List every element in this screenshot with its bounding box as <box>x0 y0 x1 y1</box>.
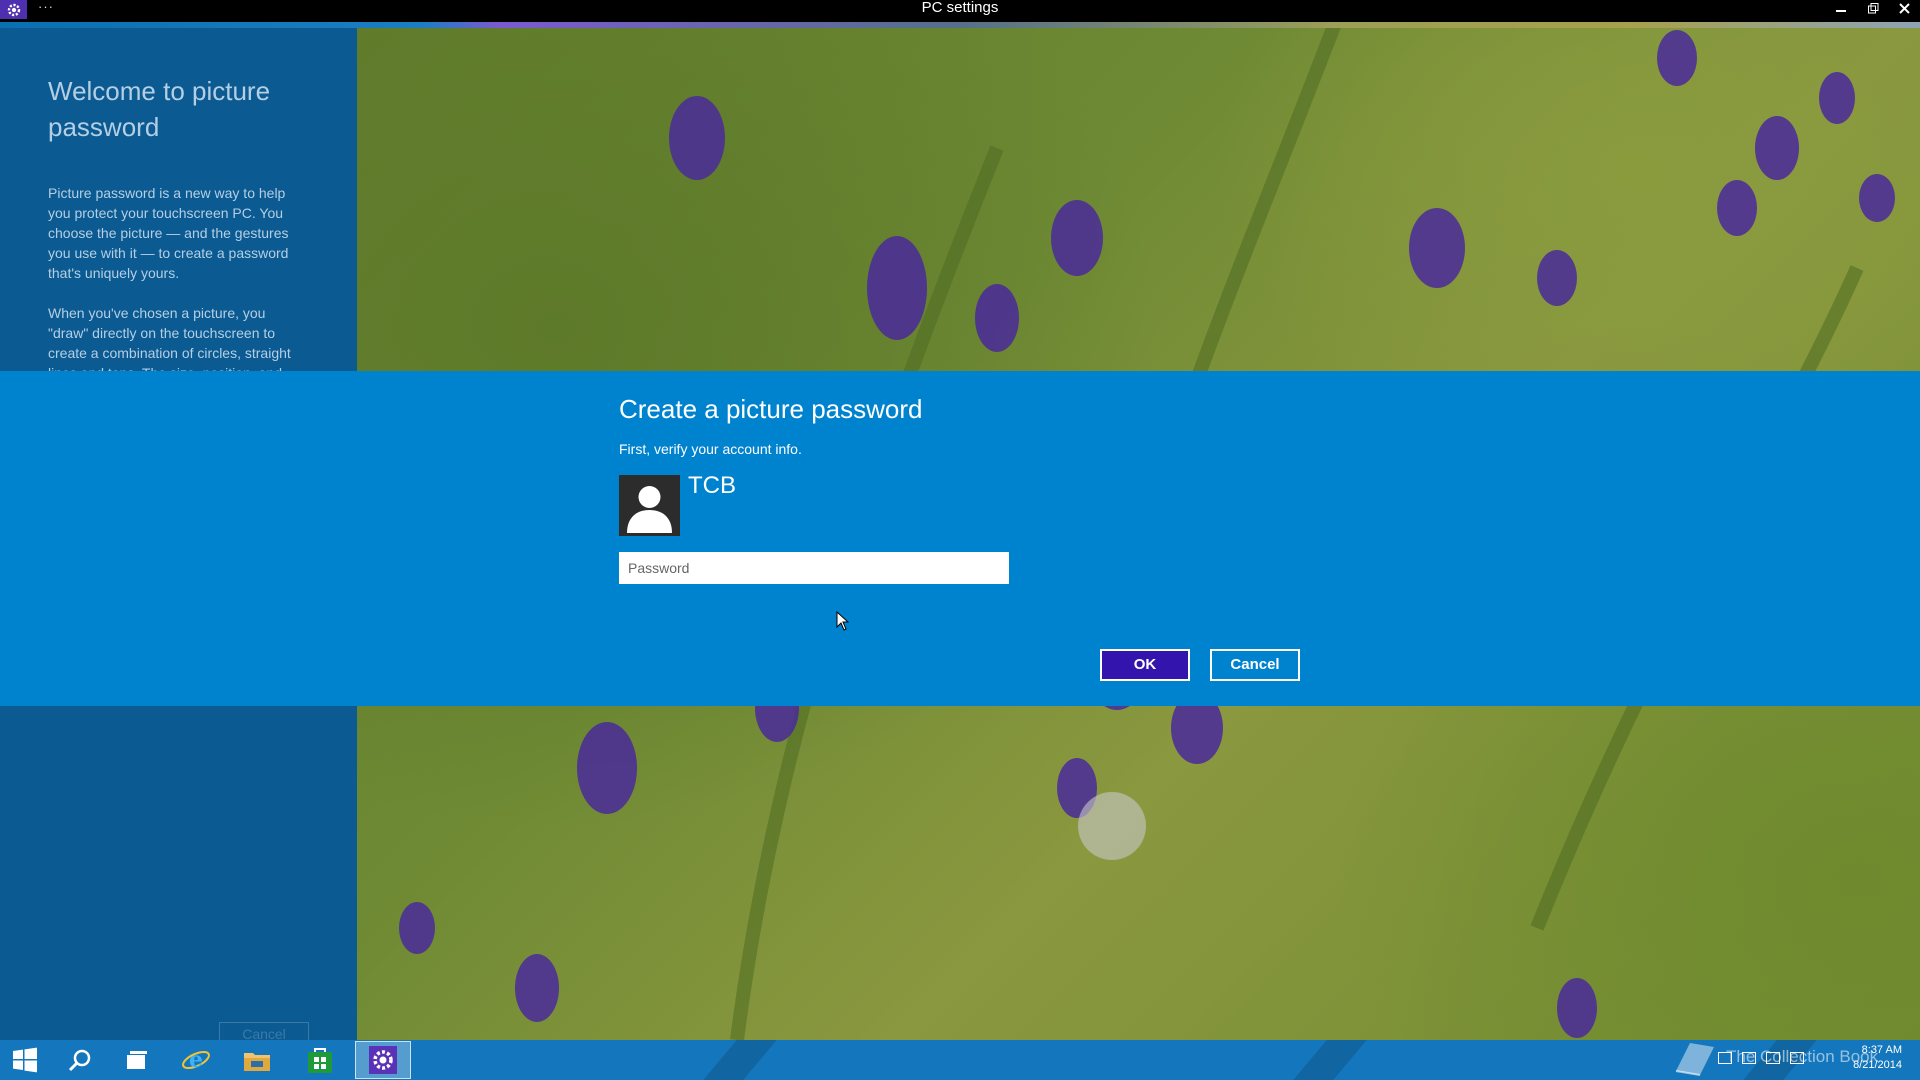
book-icon <box>1675 1043 1714 1076</box>
ok-button[interactable]: OK <box>1100 649 1190 681</box>
password-field[interactable] <box>619 552 1009 584</box>
taskbar-stripe <box>1293 1040 1367 1080</box>
task-view-icon[interactable] <box>112 1041 162 1079</box>
restore-icon[interactable] <box>1858 0 1888 16</box>
store-icon[interactable] <box>295 1041 345 1079</box>
internet-explorer-icon[interactable]: e <box>171 1041 221 1079</box>
verify-account-dialog: Create a picture password First, verify … <box>0 371 1920 706</box>
account-username: TCB <box>688 472 736 499</box>
user-icon <box>627 486 672 533</box>
watermark: The Collection Book <box>1672 1035 1878 1079</box>
watermark-text: The Collection Book <box>1726 1047 1879 1066</box>
search-icon[interactable] <box>55 1041 105 1079</box>
cancel-button[interactable]: Cancel <box>1210 649 1300 681</box>
welcome-title: Welcome to picture password <box>48 76 271 142</box>
dialog-subtitle: First, verify your account info. <box>619 441 802 457</box>
taskbar: e 8:37 AM 8/21/2014 <box>0 1040 1920 1080</box>
welcome-section: Welcome to picture password Picture pass… <box>0 28 357 371</box>
welcome-paragraph-2: When you've chosen a picture, you "draw"… <box>48 305 291 371</box>
file-explorer-icon[interactable] <box>232 1041 282 1079</box>
welcome-description: Picture password is a new way to help yo… <box>48 183 298 371</box>
close-icon[interactable] <box>1889 0 1919 16</box>
dialog-title: Create a picture password <box>619 394 923 424</box>
avatar <box>619 475 680 536</box>
window-title: PC settings <box>921 0 999 16</box>
minimize-icon[interactable] <box>1826 0 1856 16</box>
start-icon[interactable] <box>0 1041 50 1079</box>
mouse-pointer-icon <box>836 611 850 631</box>
title-bar: ··· PC settings <box>0 0 1920 22</box>
welcome-paragraph-1: Picture password is a new way to help yo… <box>48 185 289 281</box>
svg-text:e: e <box>189 1047 203 1073</box>
touch-indicator <box>1078 792 1146 860</box>
taskbar-stripe <box>703 1040 777 1080</box>
settings-icon[interactable] <box>355 1041 411 1079</box>
